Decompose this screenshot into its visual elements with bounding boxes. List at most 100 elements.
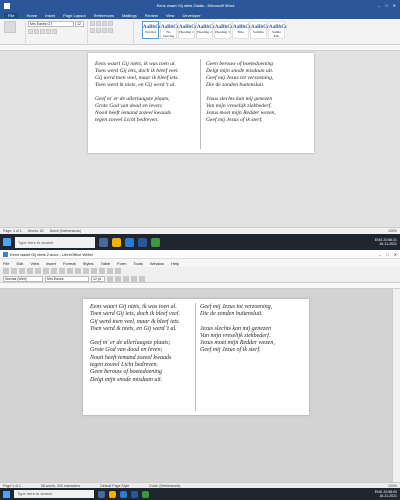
word-app-icon[interactable]: [131, 490, 138, 498]
edge-icon[interactable]: [120, 490, 127, 498]
table-icon[interactable]: [99, 268, 105, 274]
redo-icon[interactable]: [75, 268, 81, 274]
maximize-icon[interactable]: □: [386, 252, 388, 257]
tab-page-layout[interactable]: Page Layout: [63, 13, 85, 18]
system-tray[interactable]: ENG 20:56:21 16-11-2021: [375, 238, 397, 246]
close-icon[interactable]: ✕: [394, 252, 397, 257]
underline-icon[interactable]: [40, 29, 45, 34]
font-size-select[interactable]: 12 pt: [91, 275, 105, 282]
align-right-icon[interactable]: [102, 28, 107, 33]
menu-insert[interactable]: Insert: [46, 261, 56, 266]
menu-form[interactable]: Form: [117, 261, 126, 266]
page-style[interactable]: Default Page Style: [100, 484, 129, 488]
bullets-icon[interactable]: [90, 21, 95, 26]
clock-date[interactable]: 16-11-2021: [379, 242, 397, 246]
close-icon[interactable]: ✕: [393, 3, 396, 8]
font-color-icon[interactable]: [52, 29, 57, 34]
task-view-icon[interactable]: [98, 490, 105, 498]
word-page[interactable]: Eens waart Gij niets, ik was toen al. To…: [88, 53, 314, 153]
font-name-select[interactable]: Mrs Eaves OT: [28, 21, 74, 27]
menu-help[interactable]: Help: [171, 261, 179, 266]
word-app-icon[interactable]: [138, 237, 147, 247]
tab-developer[interactable]: Developer: [182, 13, 200, 18]
italic-icon[interactable]: [34, 29, 39, 34]
strikethrough-icon[interactable]: [46, 29, 51, 34]
tab-insert[interactable]: Insert: [45, 13, 55, 18]
align-left-icon[interactable]: [90, 28, 95, 33]
system-tray[interactable]: ENG 20:58:00 16-11-2021: [375, 490, 397, 498]
libreoffice-app-icon[interactable]: [142, 490, 149, 498]
menu-table[interactable]: Table: [101, 261, 111, 266]
tab-references[interactable]: References: [94, 13, 114, 18]
align-center-icon[interactable]: [96, 28, 101, 33]
language-indicator[interactable]: Dutch (Netherlands): [50, 229, 81, 233]
style-heading-2[interactable]: AaBbCc Heading 2: [196, 21, 215, 39]
new-doc-icon[interactable]: [3, 268, 9, 274]
copy-icon[interactable]: [51, 268, 57, 274]
paste-icon[interactable]: [59, 268, 65, 274]
zoom-level[interactable]: 100%: [388, 484, 397, 488]
chart-icon[interactable]: [115, 268, 121, 274]
menu-tools[interactable]: Tools: [133, 261, 142, 266]
taskbar-search[interactable]: Type here to search: [14, 490, 94, 498]
find-icon[interactable]: [83, 268, 89, 274]
align-center-icon[interactable]: [139, 275, 145, 282]
save-icon[interactable]: [19, 268, 25, 274]
tab-review[interactable]: Review: [145, 13, 158, 18]
cut-icon[interactable]: [43, 268, 49, 274]
file-explorer-icon[interactable]: [109, 490, 116, 498]
start-icon[interactable]: [3, 490, 10, 498]
undo-icon[interactable]: [67, 268, 73, 274]
tab-file[interactable]: File: [4, 12, 19, 18]
maximize-icon[interactable]: □: [385, 3, 387, 8]
style-heading-3[interactable]: AaBbCc Heading 3: [214, 21, 233, 39]
style-subtitle[interactable]: AaBbCc Subtitle: [250, 21, 269, 39]
lo-sidebar[interactable]: [392, 289, 400, 482]
minimize-icon[interactable]: –: [378, 3, 380, 8]
sort-icon[interactable]: [108, 21, 113, 26]
open-icon[interactable]: [11, 268, 17, 274]
tab-home[interactable]: Home: [26, 13, 37, 18]
menu-styles[interactable]: Styles: [83, 261, 94, 266]
file-explorer-icon[interactable]: [112, 237, 121, 247]
word-count[interactable]: Words: 82: [28, 229, 44, 233]
image-icon[interactable]: [107, 268, 113, 274]
lo-page[interactable]: Eens waart Gij niets, ik was toen al. To…: [83, 299, 309, 415]
paste-icon[interactable]: [4, 21, 16, 33]
style-heading-1[interactable]: AaBbCc Heading 1: [178, 21, 197, 39]
numbering-icon[interactable]: [96, 21, 101, 26]
justify-icon[interactable]: [108, 28, 113, 33]
bold-icon[interactable]: [107, 275, 113, 282]
start-icon[interactable]: [3, 238, 11, 246]
clock-date[interactable]: 16-11-2021: [379, 494, 397, 498]
minimize-icon[interactable]: –: [379, 252, 381, 257]
menu-edit[interactable]: Edit: [16, 261, 23, 266]
menu-view[interactable]: View: [30, 261, 39, 266]
paragraph-style-select[interactable]: Normal (Web): [3, 275, 43, 282]
zoom-level[interactable]: 100%: [388, 229, 397, 233]
taskbar-search[interactable]: Type here to search: [15, 236, 95, 248]
style-title[interactable]: AaBbCc Title: [232, 21, 251, 39]
style-no-spacing[interactable]: AaBbCc No Spacing: [160, 21, 179, 39]
export-pdf-icon[interactable]: [27, 268, 33, 274]
task-view-icon[interactable]: [99, 237, 108, 247]
font-size-select[interactable]: 12: [75, 21, 84, 27]
menu-format[interactable]: Format: [63, 261, 76, 266]
menu-window[interactable]: Window: [150, 261, 164, 266]
language-indicator[interactable]: Dutch (Netherlands): [149, 484, 180, 488]
bold-icon[interactable]: [28, 29, 33, 34]
libreoffice-app-icon[interactable]: [151, 237, 160, 247]
style-normal[interactable]: AaBbCc Normal: [142, 21, 161, 39]
print-icon[interactable]: [35, 268, 41, 274]
align-left-icon[interactable]: [131, 275, 137, 282]
menu-file[interactable]: File: [3, 261, 9, 266]
tab-mailings[interactable]: Mailings: [122, 13, 137, 18]
indent-icon[interactable]: [102, 21, 107, 26]
font-name-select[interactable]: Mrs Eaves: [45, 275, 89, 282]
spellcheck-icon[interactable]: [91, 268, 97, 274]
tab-view[interactable]: View: [166, 13, 175, 18]
edge-icon[interactable]: [125, 237, 134, 247]
underline-icon[interactable]: [123, 275, 129, 282]
style-subtle-em[interactable]: AaBbCc Subtle Em.: [268, 21, 287, 39]
italic-icon[interactable]: [115, 275, 121, 282]
